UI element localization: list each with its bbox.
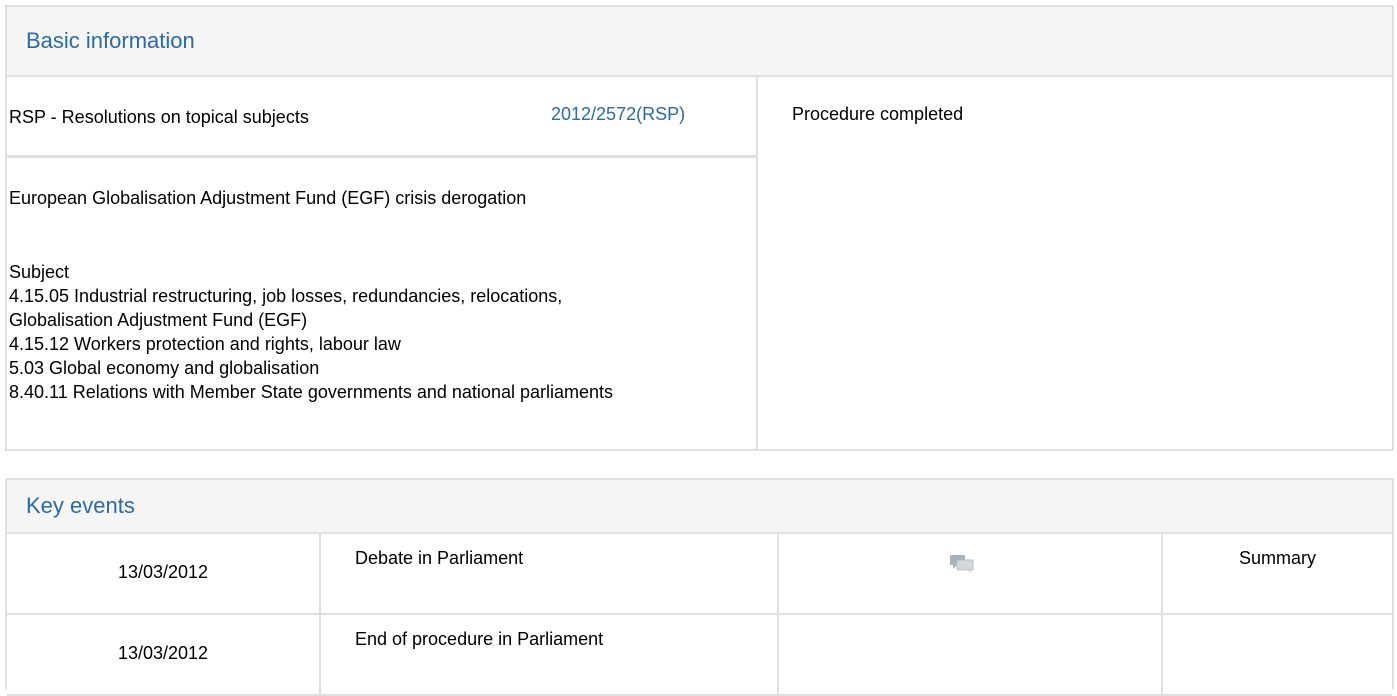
subject-item: 4.15.12 Workers protection and rights, l…: [9, 334, 401, 354]
event-summary-cell: [1163, 615, 1392, 694]
event-summary-link[interactable]: Summary: [1163, 548, 1392, 569]
procedure-details: RSP - Resolutions on topical subjects 20…: [7, 77, 758, 449]
event-icon-cell: [779, 534, 1163, 613]
subject-list: 4.15.05 Industrial restructuring, job lo…: [9, 284, 756, 404]
subject-heading: Subject: [9, 262, 70, 282]
event-summary-cell: Summary: [1163, 534, 1392, 613]
event-row: 13/03/2012 End of procedure in Parliamen…: [7, 615, 1392, 696]
basic-information-body: RSP - Resolutions on topical subjects 20…: [7, 77, 1392, 449]
subject-item: 4.15.05 Industrial restructuring, job lo…: [9, 286, 563, 306]
procedure-type: RSP - Resolutions on topical subjects: [9, 107, 309, 127]
event-icon-cell: [779, 615, 1163, 694]
event-date-cell: 13/03/2012: [7, 615, 321, 694]
procedure-title: European Globalisation Adjustment Fund (…: [9, 188, 527, 208]
procedure-title-block: European Globalisation Adjustment Fund (…: [7, 188, 756, 404]
event-date: 13/03/2012: [117, 562, 209, 582]
event-row: 13/03/2012 Debate in Parliament Summary: [7, 534, 1392, 615]
basic-information-heading: Basic information: [7, 7, 1392, 77]
subject-item: Globalisation Adjustment Fund (EGF): [9, 310, 308, 330]
event-name-cell: Debate in Parliament: [321, 534, 779, 613]
subject-item: 5.03 Global economy and globalisation: [9, 358, 320, 378]
debate-chat-icon[interactable]: [949, 554, 975, 576]
key-events-heading: Key events: [7, 480, 1392, 534]
event-name-cell: End of procedure in Parliament: [321, 615, 779, 694]
procedure-type-row: RSP - Resolutions on topical subjects 20…: [7, 77, 756, 158]
event-name: Debate in Parliament: [355, 548, 524, 568]
key-events-panel: Key events 13/03/2012 Debate in Parliame…: [5, 478, 1394, 696]
procedure-status: Procedure completed: [792, 104, 964, 124]
event-date: 13/03/2012: [117, 643, 209, 663]
event-name: End of procedure in Parliament: [355, 629, 604, 649]
procedure-reference-link[interactable]: 2012/2572(RSP): [551, 104, 685, 125]
basic-information-panel: Basic information RSP - Resolutions on t…: [5, 5, 1394, 451]
procedure-status-column: Procedure completed: [758, 77, 1392, 449]
subject-item: 8.40.11 Relations with Member State gove…: [9, 382, 614, 402]
event-date-cell: 13/03/2012: [7, 534, 321, 613]
